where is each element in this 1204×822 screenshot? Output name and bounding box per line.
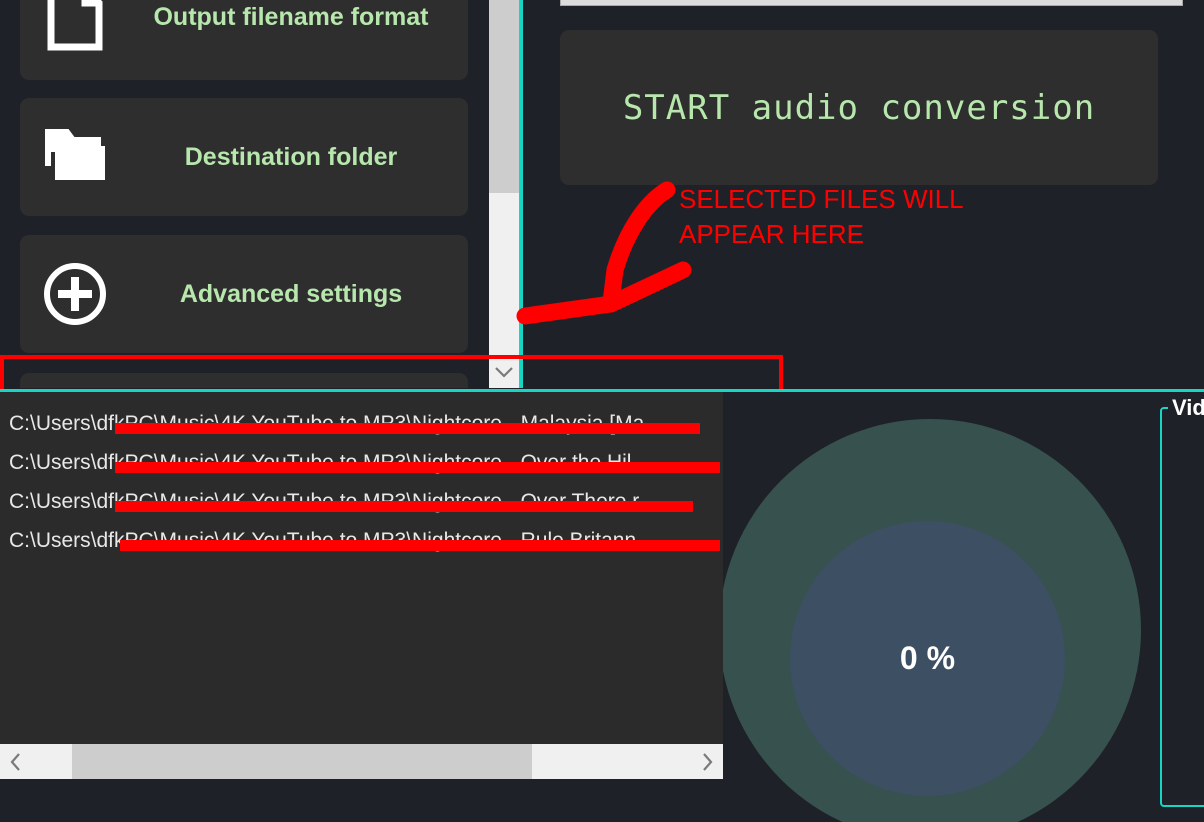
progress-percent-label: 0 % bbox=[899, 640, 956, 676]
output-filename-format-label: Output filename format bbox=[153, 3, 429, 31]
file-list-horizontal-scrollbar[interactable] bbox=[0, 744, 723, 779]
redaction-bar bbox=[120, 540, 720, 551]
chevron-left-icon[interactable] bbox=[0, 744, 32, 779]
settings-panel: Output filename format Destination folde… bbox=[0, 0, 488, 388]
top-text-field[interactable] bbox=[560, 0, 1183, 6]
redaction-bar bbox=[115, 501, 693, 512]
progress-panel: 0 % Vid bbox=[723, 389, 1204, 822]
chevron-down-icon[interactable] bbox=[489, 355, 519, 388]
list-item[interactable]: C:\Users\dfkPC\Music\4K YouTube to MP3\N… bbox=[0, 521, 723, 560]
app-window: Output filename format Destination folde… bbox=[0, 0, 1204, 822]
advanced-settings-label: Advanced settings bbox=[179, 279, 403, 308]
vertical-scrollbar-thumb[interactable] bbox=[489, 0, 519, 193]
start-button-label: START audio conversion bbox=[622, 87, 1096, 128]
next-option-button-partial[interactable] bbox=[20, 373, 468, 388]
destination-folder-label: Destination folder bbox=[184, 142, 398, 171]
progress-ring: 0 % bbox=[723, 419, 1141, 822]
list-item[interactable]: C:\Users\dfkPC\Music\4K YouTube to MP3\N… bbox=[0, 482, 723, 521]
video-groupbox bbox=[1160, 407, 1204, 807]
redaction-bar bbox=[115, 423, 700, 434]
advanced-settings-button[interactable]: Advanced settings bbox=[20, 235, 468, 353]
horizontal-scrollbar-thumb[interactable] bbox=[72, 744, 532, 779]
selected-files-list[interactable]: C:\Users\dfkPC\Music\4K YouTube to MP3\N… bbox=[0, 389, 723, 779]
destination-folder-button[interactable]: Destination folder bbox=[20, 98, 468, 216]
list-item[interactable]: C:\Users\dfkPC\Music\4K YouTube to MP3\N… bbox=[0, 404, 723, 443]
progress-center: 0 % bbox=[790, 521, 1065, 796]
redaction-bar bbox=[115, 462, 720, 473]
plus-circle-icon bbox=[20, 261, 130, 327]
output-filename-format-button[interactable]: Output filename format bbox=[20, 0, 468, 80]
video-groupbox-title: Vid bbox=[1168, 395, 1204, 421]
start-audio-conversion-button[interactable]: START audio conversion bbox=[560, 30, 1158, 185]
chevron-right-icon[interactable] bbox=[691, 744, 723, 779]
folder-icon bbox=[20, 126, 130, 188]
annotation-text: SELECTED FILES WILL APPEAR HERE bbox=[679, 184, 964, 250]
annotation-arrow-icon bbox=[515, 178, 695, 343]
list-item[interactable]: C:\Users\dfkPC\Music\4K YouTube to MP3\N… bbox=[0, 443, 723, 482]
document-icon bbox=[20, 0, 130, 51]
